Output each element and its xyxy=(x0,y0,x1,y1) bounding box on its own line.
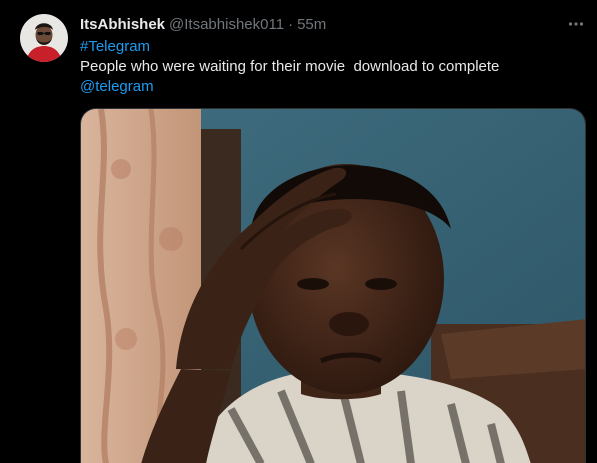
hashtag-link[interactable]: #Telegram xyxy=(80,38,150,55)
tweet-media-image[interactable] xyxy=(80,108,586,463)
tweet[interactable]: ItsAbhishek @Itsabhishek011 · 55m #Teleg… xyxy=(0,0,597,463)
tweet-header: ItsAbhishek @Itsabhishek011 · 55m xyxy=(80,14,326,34)
mention-link[interactable]: @telegram xyxy=(80,78,154,95)
separator-dot: · xyxy=(288,15,294,33)
timestamp[interactable]: 55m xyxy=(297,16,326,33)
user-handle[interactable]: @Itsabhishek011 xyxy=(169,16,284,33)
tweet-body: People who were waiting for their movie … xyxy=(80,58,500,75)
avatar[interactable] xyxy=(20,14,68,62)
display-name[interactable]: ItsAbhishek xyxy=(80,16,165,33)
more-horizontal-icon[interactable] xyxy=(566,14,586,34)
tweet-text: #Telegram People who were waiting for th… xyxy=(80,37,580,97)
